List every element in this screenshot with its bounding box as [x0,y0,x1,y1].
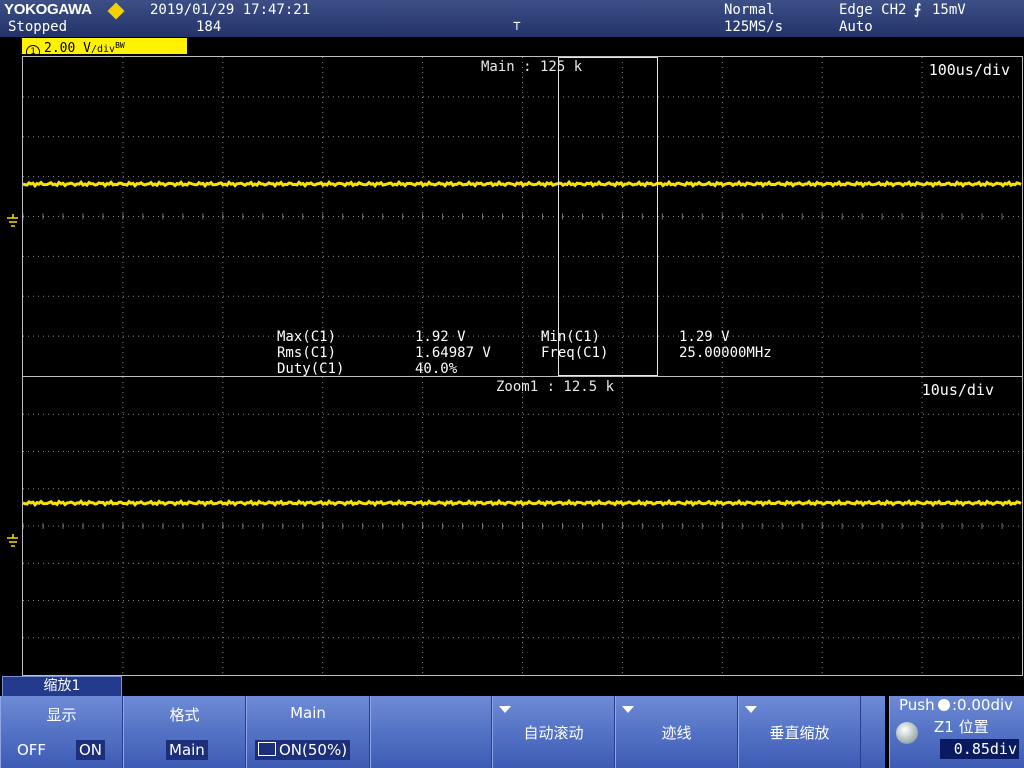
push-label: Push [899,696,935,714]
main-title: Main [290,704,326,722]
zoom-timebase: 10us/div [921,381,994,399]
bandwidth-limit-mark: BW [115,41,125,50]
display-title: 显示 [46,706,77,724]
zoom-record-label: Zoom1 : 12.5 k [496,379,615,395]
trigger-level: 15mV [932,2,966,18]
main-value-text: ON(50%) [279,741,348,759]
channel-1-scale-badge[interactable]: 1 2.00 V/divBW [22,38,187,59]
trace-label: 迹线 [661,724,692,742]
channel-1-trace [23,179,1022,189]
rotary-knob-icon[interactable] [896,722,918,744]
trigger-auto: Auto [839,19,873,35]
trigger-source: Edge CH2 [839,2,907,18]
trigger-position-icon: ⊤ [513,19,521,34]
auto-scroll-softkey[interactable]: 自动滚动 [492,696,615,768]
zoom-graticule [23,377,1022,675]
min-label: Min(C1) [541,329,601,345]
push-reset-icon [938,699,950,711]
main-waveform-grid[interactable]: Main : 125 k 100us/div Max(C1) 1.92 V Mi… [22,56,1023,377]
acquisition-count: 184 [196,19,222,35]
ground-marker-icon [7,534,18,547]
freq-label: Freq(C1) [541,345,609,361]
submenu-arrow-icon [622,706,634,713]
status-bar: YOKOGAWA Stopped 2019/01/29 17:47:21 184… [0,0,1024,37]
main-graticule [23,57,1022,376]
zoom-waveform-grid[interactable]: Zoom1 : 12.5 k 10us/div [22,376,1023,676]
brand-logo: YOKOGAWA [4,1,92,18]
freq-value: 25.00000MHz [679,345,772,361]
vertical-zoom-softkey[interactable]: 垂直缩放 [738,696,861,768]
trigger-mode-normal: Normal [724,2,775,18]
datetime: 2019/01/29 17:47:21 [150,2,311,18]
main-value: ON(50%) [255,740,351,760]
rising-edge-icon: ⨍ [914,2,922,18]
submenu-arrow-icon [499,706,511,713]
sample-rate: 125MS/s [724,19,784,35]
display-off-option[interactable]: OFF [17,740,46,760]
display-softkey[interactable]: 显示 OFF ON [0,696,123,768]
rms-value: 1.64987 V [415,345,491,361]
main-timebase: 100us/div [928,61,1010,79]
format-title: 格式 [169,706,200,724]
acquisition-state: Stopped [8,19,68,35]
duty-value: 40.0% [415,361,458,377]
rms-label: Rms(C1) [277,345,337,361]
main-softkey[interactable]: Main ON(50%) [246,696,370,768]
channel-1-trace [23,498,1022,508]
channel-scale-unit: /div [90,44,116,55]
channel-scale: 2.00 V [44,41,91,56]
zoom1-position-value[interactable]: 0.85div [940,739,1019,759]
empty-softkey [370,696,492,768]
format-value: Main [166,740,208,760]
knob-title: Z1 位置 [934,718,989,736]
max-label: Max(C1) [277,329,337,345]
display-on-option[interactable]: ON [76,740,106,760]
main-window-icon [258,742,276,756]
max-value: 1.92 V [415,329,466,345]
submenu-arrow-icon [745,706,757,713]
diamond-logo-icon [107,2,125,20]
auto-scroll-label: 自动滚动 [523,724,584,742]
trace-softkey[interactable]: 迹线 [615,696,738,768]
ground-marker-icon [7,214,18,227]
push-value: :0.00div [952,696,1014,714]
duty-label: Duty(C1) [277,361,345,377]
vertical-zoom-label: 垂直缩放 [769,724,830,742]
format-softkey[interactable]: 格式 Main [123,696,246,768]
min-value: 1.29 V [679,329,730,345]
menu-tab-zoom1[interactable]: 缩放1 [2,676,122,696]
